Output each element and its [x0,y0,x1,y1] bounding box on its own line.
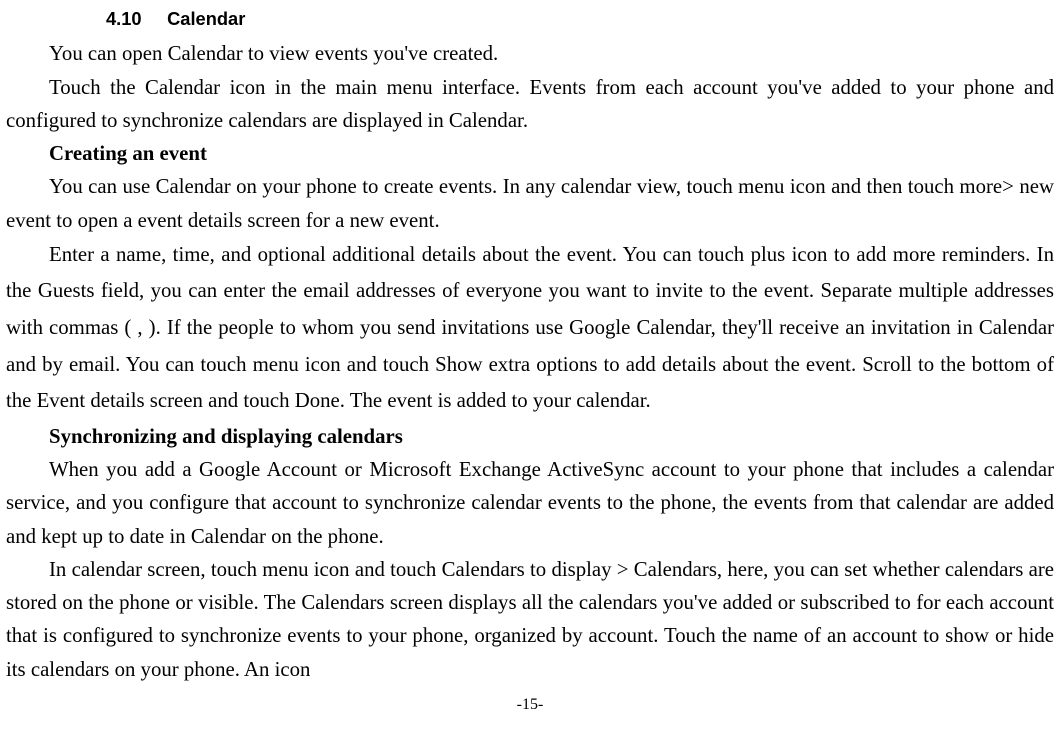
paragraph-sync-1: When you add a Google Account or Microso… [6,453,1054,553]
page-number: -15- [6,692,1054,718]
paragraph-intro-2: Touch the Calendar icon in the main menu… [6,71,1054,138]
section-heading: 4.10 Calendar [106,4,1054,33]
section-number: 4.10 [106,4,162,33]
paragraph-sync-2: In calendar screen, touch menu icon and … [6,553,1054,686]
subheading-creating-event: Creating an event [6,137,1054,170]
paragraph-create-2: Enter a name, time, and optional additio… [6,237,1054,420]
section-title: Calendar [167,8,245,29]
subheading-sync-display: Synchronizing and displaying calendars [6,420,1054,453]
paragraph-create-1: You can use Calendar on your phone to cr… [6,170,1054,237]
paragraph-intro-1: You can open Calendar to view events you… [6,37,1054,70]
